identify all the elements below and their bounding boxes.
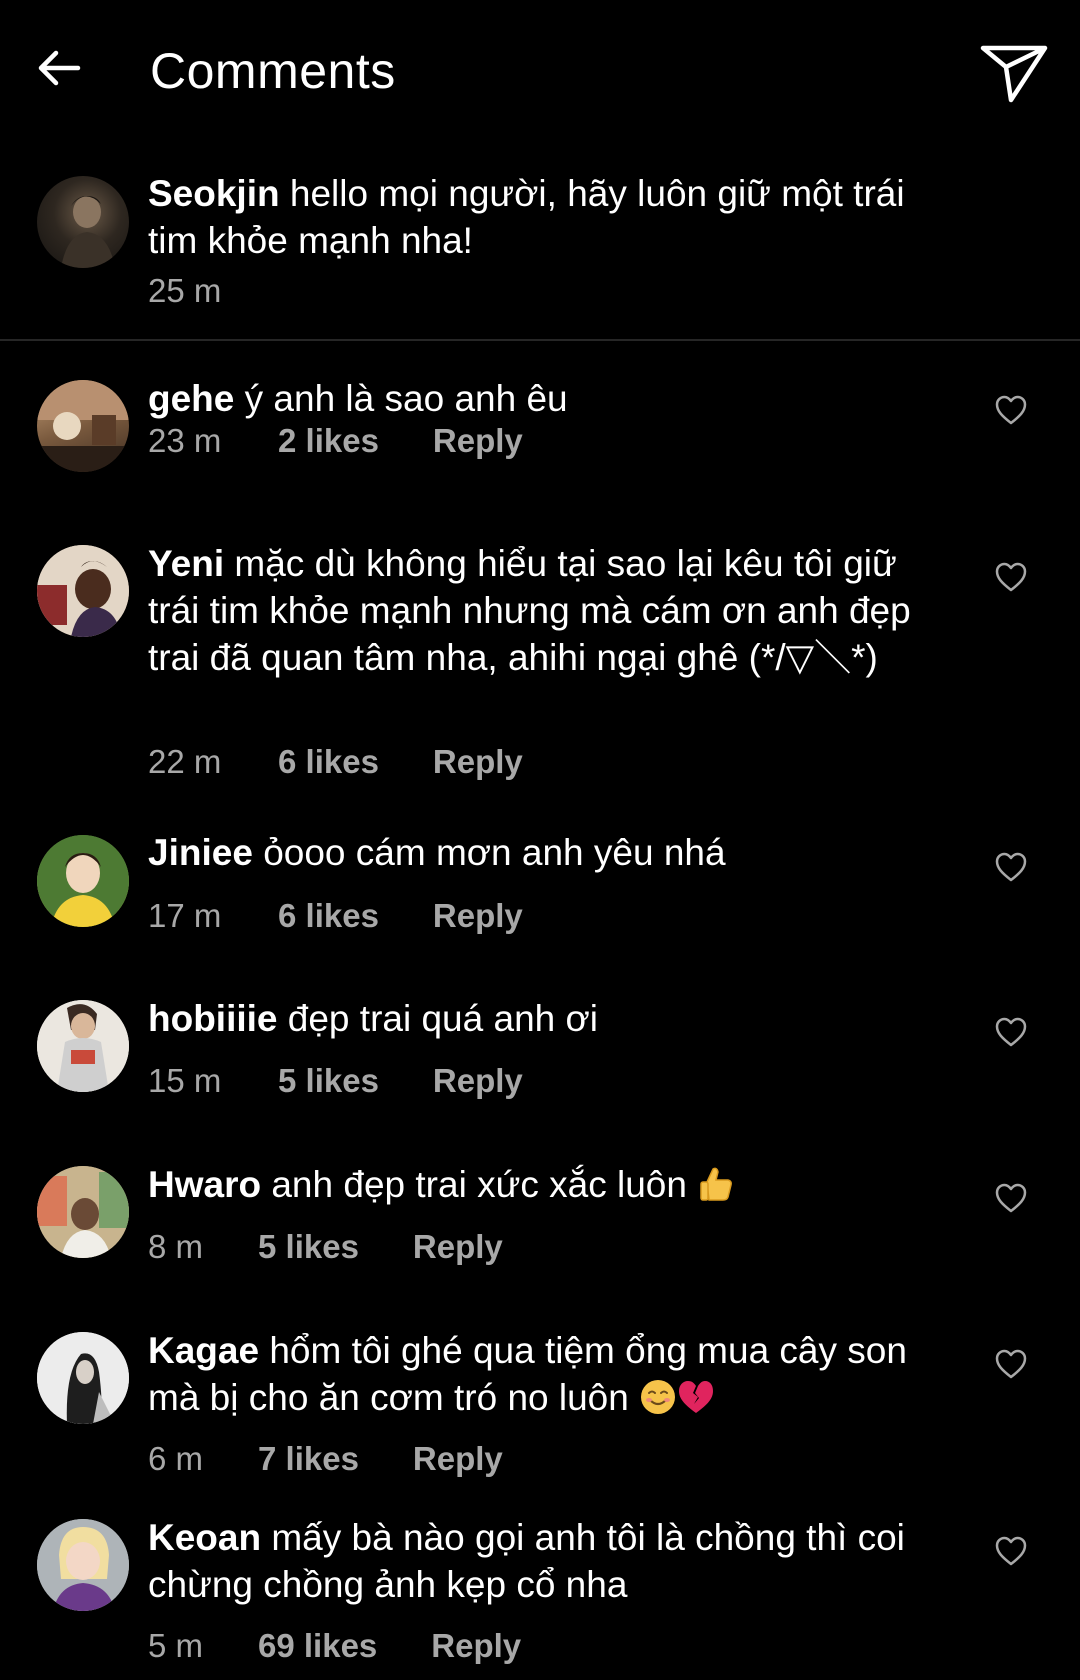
comment-time: 8 m xyxy=(148,1228,204,1265)
broken-heart-emoji-icon xyxy=(679,1381,714,1413)
paper-plane-icon xyxy=(980,45,1048,103)
avatar[interactable] xyxy=(37,380,129,472)
comment-body: đẹp trai quá anh ơi xyxy=(287,998,598,1039)
comment-text: hobiiiie đẹp trai quá anh ơi xyxy=(148,995,938,1042)
avatar-image xyxy=(37,545,129,637)
caption-meta: 25 m xyxy=(148,272,278,310)
heart-icon[interactable] xyxy=(994,851,1028,883)
header-bar: Comments xyxy=(0,0,1080,150)
post-caption: Seokjin hello mọi người, hãy luôn giữ mộ… xyxy=(0,160,1080,340)
comment-username[interactable]: Hwaro xyxy=(148,1164,261,1205)
comment-username[interactable]: Keoan xyxy=(148,1517,261,1558)
comment-time: 22 m xyxy=(148,743,222,780)
comment-time: 6 m xyxy=(148,1440,204,1477)
reply-button[interactable]: Reply xyxy=(433,1062,523,1100)
caption-username[interactable]: Seokjin xyxy=(148,173,280,214)
heart-icon[interactable] xyxy=(994,1535,1028,1567)
avatar-image xyxy=(61,196,115,268)
comment-username[interactable]: Kagae xyxy=(148,1330,259,1371)
heart-icon[interactable] xyxy=(994,394,1028,426)
comment-text: Yeni mặc dù không hiểu tại sao lại kêu t… xyxy=(148,540,948,681)
reply-button[interactable]: Reply xyxy=(433,743,523,781)
avatar[interactable] xyxy=(37,1000,129,1092)
reply-button[interactable]: Reply xyxy=(433,422,523,460)
comment-body: anh đẹp trai xức xắc luôn xyxy=(271,1164,687,1205)
comment-text: Keoan mấy bà nào gọi anh tôi là chồng th… xyxy=(148,1514,938,1608)
avatar[interactable] xyxy=(37,176,129,268)
comment-body: mấy bà nào gọi anh tôi là chồng thì coi … xyxy=(148,1517,905,1605)
comment-likes[interactable]: 6 likes xyxy=(278,897,379,935)
reply-button[interactable]: Reply xyxy=(413,1440,503,1478)
comment-username[interactable]: Yeni xyxy=(148,543,224,584)
caption-time: 25 m xyxy=(148,272,222,309)
caption-text: Seokjin hello mọi người, hãy luôn giữ mộ… xyxy=(148,170,938,264)
reply-button[interactable]: Reply xyxy=(413,1228,503,1266)
reply-button[interactable]: Reply xyxy=(431,1627,521,1665)
comment-likes[interactable]: 5 likes xyxy=(258,1228,359,1266)
avatar-image xyxy=(37,1166,129,1258)
avatar[interactable] xyxy=(37,1519,129,1611)
comment-meta: 6 m 7 likes Reply xyxy=(148,1440,503,1478)
comment-text: Jiniee ỏooo cám mơn anh yêu nhá xyxy=(148,829,938,876)
avatar-image xyxy=(37,1332,129,1424)
comment-likes[interactable]: 2 likes xyxy=(278,422,379,460)
comment-body: mặc dù không hiểu tại sao lại kêu tôi gi… xyxy=(148,543,911,678)
avatar[interactable] xyxy=(37,545,129,637)
comment-body: hổm tôi ghé qua tiệm ổng mua cây son mà … xyxy=(148,1330,907,1418)
reply-button[interactable]: Reply xyxy=(433,897,523,935)
comment-time: 23 m xyxy=(148,422,222,459)
comment-meta: 5 m 69 likes Reply xyxy=(148,1627,521,1665)
comment-likes[interactable]: 7 likes xyxy=(258,1440,359,1478)
back-button[interactable] xyxy=(30,40,86,96)
comment-meta: 8 m 5 likes Reply xyxy=(148,1228,503,1266)
comment-text: gehe ý anh là sao anh êu xyxy=(148,375,938,422)
comment-likes[interactable]: 5 likes xyxy=(278,1062,379,1100)
heart-icon[interactable] xyxy=(994,561,1028,593)
share-button[interactable] xyxy=(976,38,1052,108)
heart-icon[interactable] xyxy=(994,1182,1028,1214)
comment-time: 17 m xyxy=(148,897,222,934)
comment-username[interactable]: gehe xyxy=(148,378,234,419)
comment-meta: 15 m 5 likes Reply xyxy=(148,1062,523,1100)
avatar-image xyxy=(37,835,129,927)
comment-body: ý anh là sao anh êu xyxy=(244,378,568,419)
avatar[interactable] xyxy=(37,835,129,927)
comment-likes[interactable]: 6 likes xyxy=(278,743,379,781)
heart-icon[interactable] xyxy=(994,1348,1028,1380)
comment-username[interactable]: Jiniee xyxy=(148,832,253,873)
avatar[interactable] xyxy=(37,1332,129,1424)
thumbs-up-emoji-icon xyxy=(700,1167,733,1201)
comment-text: Hwaro anh đẹp trai xức xắc luôn xyxy=(148,1161,938,1208)
comment-text: Kagae hổm tôi ghé qua tiệm ổng mua cây s… xyxy=(148,1327,928,1421)
comment-username[interactable]: hobiiiie xyxy=(148,998,278,1039)
divider xyxy=(0,339,1080,341)
comment-body: ỏooo cám mơn anh yêu nhá xyxy=(263,832,726,873)
comment-meta: 22 m 6 likes Reply xyxy=(148,743,523,781)
arrow-left-icon xyxy=(38,50,81,86)
avatar-image xyxy=(37,380,129,472)
comment-likes[interactable]: 69 likes xyxy=(258,1627,377,1665)
avatar-image xyxy=(37,1519,129,1611)
comment-time: 5 m xyxy=(148,1627,204,1664)
avatar-image xyxy=(37,1000,129,1092)
avatar[interactable] xyxy=(37,1166,129,1258)
comment-meta: 23 m 2 likes Reply xyxy=(148,422,523,460)
page-title: Comments xyxy=(150,43,396,99)
heart-icon[interactable] xyxy=(994,1016,1028,1048)
comment-meta: 17 m 6 likes Reply xyxy=(148,897,523,935)
comment-time: 15 m xyxy=(148,1062,222,1099)
smiling-face-emoji-icon xyxy=(641,1380,676,1414)
